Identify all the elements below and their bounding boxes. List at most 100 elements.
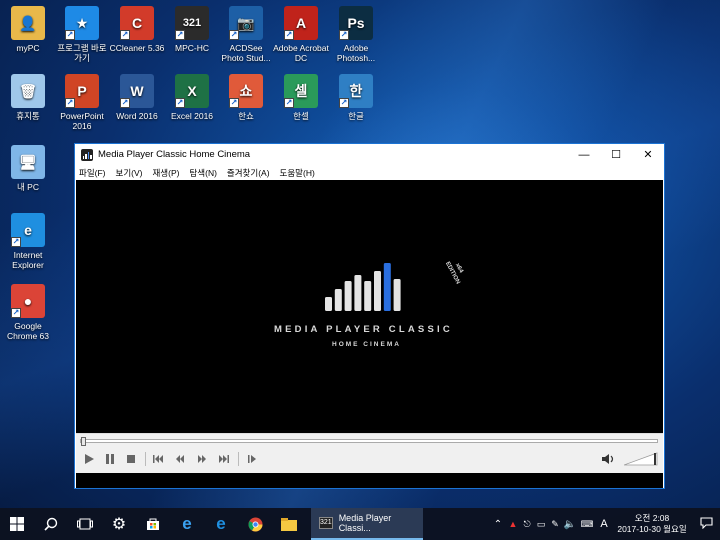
chrome-button[interactable]	[238, 508, 272, 540]
shortcut-arrow-icon: ↗	[175, 30, 185, 40]
edge-button[interactable]: e	[170, 508, 204, 540]
pause-icon	[106, 454, 114, 464]
mpc-hc-icon: 321 ↗	[175, 6, 209, 40]
play-icon	[85, 454, 94, 464]
notification-icon	[699, 516, 713, 529]
search-button[interactable]	[34, 508, 68, 540]
clock-time: 오전 2:08	[634, 513, 670, 523]
logo-bar	[393, 279, 401, 311]
task-view-button[interactable]	[68, 508, 102, 540]
recycle-bin-icon: 🗑	[11, 74, 45, 108]
skip-forward-button[interactable]	[214, 451, 234, 467]
desktop-icon[interactable]: 쇼 ↗ 한쇼	[218, 74, 274, 121]
skip-forward-icon	[219, 455, 229, 463]
volume-ramp	[623, 452, 658, 466]
mpc-hc-icon: 321	[319, 517, 333, 529]
stop-button[interactable]	[121, 451, 141, 467]
action-center-button[interactable]	[692, 516, 720, 532]
windows-logo-icon	[10, 517, 24, 531]
menu-file[interactable]: 파일(F)	[79, 167, 106, 179]
desktop-icon-label: 휴지통	[16, 111, 40, 121]
shortcut-arrow-icon: ↗	[229, 98, 239, 108]
frame-step-button[interactable]	[242, 451, 262, 467]
desktop-icon[interactable]: Ps ↗ Adobe Photosh...	[328, 6, 384, 63]
desktop-icon[interactable]: ● ↗ Google Chrome 63	[0, 284, 56, 341]
rewind-button[interactable]	[170, 451, 190, 467]
play-button[interactable]	[79, 451, 99, 467]
ime-indicator[interactable]: A	[596, 518, 612, 530]
file-explorer-button[interactable]	[272, 508, 306, 540]
edge-icon: e	[182, 514, 192, 533]
window-titlebar[interactable]: Media Player Classic Home Cinema — ☐ ✕	[75, 144, 664, 165]
menu-play[interactable]: 재생(P)	[152, 167, 179, 179]
desktop-icon[interactable]: e ↗ Internet Explorer	[0, 213, 56, 270]
desktop-icon[interactable]: X ↗ Excel 2016	[164, 74, 220, 121]
seek-thumb[interactable]	[81, 437, 86, 446]
menu-navigate[interactable]: 탐색(N)	[189, 167, 216, 179]
taskbar-app-label: Media Player Classi...	[338, 513, 392, 533]
taskbar-app-mpc-hc[interactable]: 321 Media Player Classi...	[311, 508, 423, 540]
mpc-hc-window: Media Player Classic Home Cinema — ☐ ✕ 파…	[74, 143, 665, 489]
search-icon	[44, 517, 58, 531]
gear-icon: ⚙	[111, 516, 127, 533]
fast-forward-button[interactable]	[192, 451, 212, 467]
skip-back-icon	[153, 455, 163, 463]
desktop-icon[interactable]: 셀 ↗ 한셀	[273, 74, 329, 121]
close-button[interactable]: ✕	[632, 144, 664, 165]
desktop-icon[interactable]: 👤 myPC	[0, 6, 56, 53]
volume-slider[interactable]	[623, 452, 658, 466]
system-tray: ⌃ ▲ ⎋ ▭ ✎ 🔈 ⌨ A 오전 2:08 2017-10-30 월요일	[490, 508, 720, 540]
desktop-icon-label: Google Chrome 63	[6, 321, 50, 341]
desktop-icon[interactable]: A ↗ Adobe Acrobat DC	[273, 6, 329, 63]
minimize-button[interactable]: —	[568, 144, 600, 165]
shortcut-arrow-icon: ↗	[339, 98, 349, 108]
internet-explorer-button[interactable]: e	[204, 508, 238, 540]
desktop-icon[interactable]: 🖥 내 PC	[0, 145, 56, 192]
seek-bar[interactable]	[80, 437, 658, 446]
desktop-icon-label: myPC	[16, 43, 40, 53]
desktop-icon-label: Internet Explorer	[12, 250, 44, 270]
usb-tray-icon[interactable]: ⎋	[520, 519, 534, 530]
desktop-icon[interactable]: W ↗ Word 2016	[109, 74, 165, 121]
excel-icon: X ↗	[175, 74, 209, 108]
mute-button[interactable]	[598, 451, 618, 467]
menu-view[interactable]: 보기(V)	[116, 167, 143, 179]
menu-help[interactable]: 도움말(H)	[280, 167, 315, 179]
desktop-icon-label: ACDSee Photo Stud...	[221, 43, 271, 63]
shortcut-arrow-icon: ↗	[284, 30, 294, 40]
desktop-icon[interactable]: C ↗ CCleaner 5.36	[109, 6, 165, 53]
desktop-icon-label: Excel 2016	[170, 111, 214, 121]
rewind-icon	[176, 455, 184, 463]
fast-forward-icon	[198, 455, 206, 463]
controls-divider	[145, 452, 146, 466]
folder-user-icon: 👤	[11, 6, 45, 40]
desktop-icon[interactable]: 🗑 휴지통	[0, 74, 56, 121]
battery-tray-icon[interactable]: ▭	[534, 519, 548, 530]
star-icon: ★ ↗	[65, 6, 99, 40]
mpc-app-icon	[81, 148, 93, 161]
desktop-icon-label: 내 PC	[17, 182, 39, 192]
playback-controls	[76, 433, 663, 473]
maximize-button[interactable]: ☐	[600, 144, 632, 165]
desktop-icon[interactable]: 한 ↗ 한글	[328, 74, 384, 121]
acrobat-tray-icon[interactable]: ▲	[506, 519, 520, 529]
desktop-icon-label: 한셀	[293, 111, 309, 121]
menu-favorites[interactable]: 즐겨찾기(A)	[227, 167, 270, 179]
store-button[interactable]	[136, 508, 170, 540]
pause-button[interactable]	[100, 451, 120, 467]
video-area[interactable]: MEDIA PLAYER CLASSIC HOME CINEMA x64 EDI…	[76, 180, 663, 433]
desktop-icon-label: Adobe Acrobat DC	[273, 43, 329, 63]
desktop-icon-label: Adobe Photosh...	[336, 43, 376, 63]
show-hidden-icons-button[interactable]: ⌃	[490, 519, 506, 530]
start-button[interactable]	[0, 508, 34, 540]
settings-button[interactable]: ⚙	[102, 508, 136, 540]
desktop-icon[interactable]: P ↗ PowerPoint 2016	[54, 74, 110, 131]
desktop-icon[interactable]: 321 ↗ MPC-HC	[164, 6, 220, 53]
keyboard-tray-icon[interactable]: ⌨	[578, 519, 596, 530]
desktop-icon[interactable]: ★ ↗ 프로그램 바로가기	[54, 6, 110, 63]
network-tray-icon[interactable]: ✎	[548, 519, 562, 530]
skip-back-button[interactable]	[148, 451, 168, 467]
taskbar-clock[interactable]: 오전 2:08 2017-10-30 월요일	[612, 513, 692, 535]
desktop-icon[interactable]: 📷 ↗ ACDSee Photo Stud...	[218, 6, 274, 63]
volume-tray-icon[interactable]: 🔈	[562, 519, 578, 530]
